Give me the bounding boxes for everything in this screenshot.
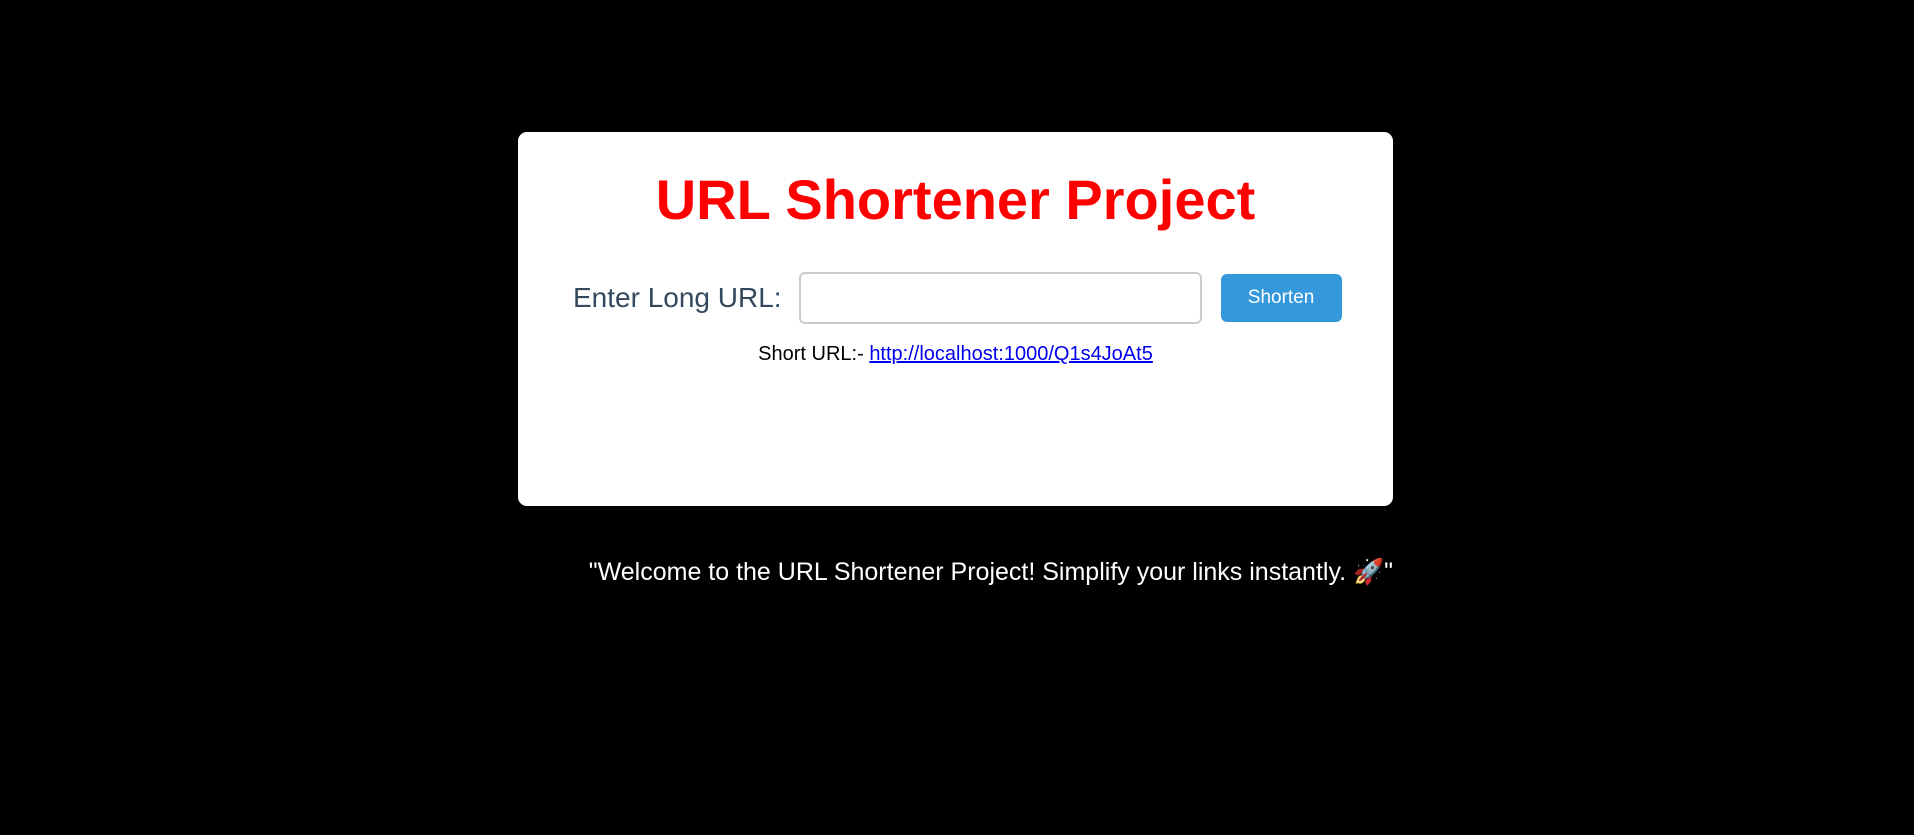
short-url-link[interactable]: http://localhost:1000/Q1s4JoAt5 (869, 343, 1153, 365)
short-url-result: Short URL:- http://localhost:1000/Q1s4Jo… (518, 343, 1393, 366)
short-url-prefix: Short URL:- (758, 343, 864, 365)
shorten-button[interactable]: Shorten (1220, 274, 1342, 322)
page-title: URL Shortener Project (655, 168, 1256, 231)
url-form: Enter Long URL: Shorten (573, 272, 1342, 324)
main-card: URL Shortener Project Enter Long URL: Sh… (518, 132, 1393, 506)
welcome-message: "Welcome to the URL Shortener Project! S… (588, 558, 1393, 586)
long-url-label: Enter Long URL: (573, 282, 782, 313)
long-url-input[interactable] (798, 272, 1202, 324)
